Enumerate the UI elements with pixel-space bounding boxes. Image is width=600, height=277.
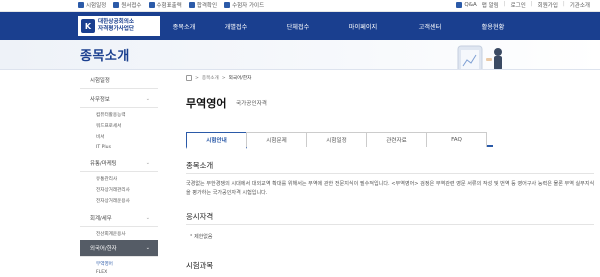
util-link-signup[interactable]: 회원가입	[538, 1, 558, 9]
sidebar-sub-trade-english[interactable]: 무역영어	[80, 259, 158, 268]
util-link-result[interactable]: 합격확인	[188, 1, 217, 9]
sidebar: 시험일정 사무정보 ⌄ 컴퓨터활용능력 워드프로세서 비서 IT Plus 유통/…	[80, 70, 158, 277]
nav-item-group[interactable]: 단체접수	[264, 12, 332, 40]
sidebar-sub-secretary[interactable]: 비서	[80, 132, 158, 141]
sidebar-sub-word[interactable]: 워드프로세서	[80, 121, 158, 130]
logo-mark-icon: K	[81, 19, 95, 33]
utility-links-left: 시험일정 원서접수 수험표출력 합격확인 수험자 가이드	[78, 1, 264, 9]
sidebar-item-language[interactable]: 외국어/한자 ⌄	[80, 240, 158, 257]
util-link-ticket[interactable]: 수험표출력	[148, 1, 182, 9]
tab-faq[interactable]: FAQ	[426, 132, 487, 147]
sidebar-sub-itplus[interactable]: IT Plus	[80, 143, 158, 152]
divider	[186, 173, 594, 174]
home-icon[interactable]	[186, 75, 192, 81]
sidebar-sub-computer[interactable]: 컴퓨터활용능력	[80, 110, 158, 119]
main-content: > 종목소개 > 외국어/한자 무역영어 국가공인자격 시험안내 시험문제 시험…	[176, 70, 600, 277]
tab-exam-guide[interactable]: 시험안내	[186, 132, 247, 149]
breadcrumb-level1[interactable]: 종목소개	[202, 75, 219, 81]
sidebar-item-schedule[interactable]: 시험일정	[80, 72, 158, 89]
util-link-about[interactable]: 기관소개	[570, 1, 590, 9]
nav-item-individual[interactable]: 개별접수	[208, 12, 264, 40]
tab-exam-questions[interactable]: 시험문제	[246, 132, 307, 147]
chevron-down-icon: ⌄	[145, 96, 150, 102]
util-link-alert[interactable]: 맵 알림	[482, 1, 499, 9]
chevron-down-icon: ⌄	[145, 215, 150, 221]
breadcrumb: > 종목소개 > 외국어/한자	[186, 75, 251, 81]
nav-item-mypage[interactable]: 마이페이지	[332, 12, 394, 40]
utility-bar: 시험일정 원서접수 수험표출력 합격확인 수험자 가이드 Q&A 맵 알림 | …	[0, 0, 600, 12]
nav-item-intro[interactable]: 종목소개	[160, 12, 208, 40]
util-link-guide[interactable]: 수험자 가이드	[224, 1, 264, 9]
sidebar-item-office[interactable]: 사무정보 ⌄	[80, 91, 158, 108]
main-nav: 종목소개 개별접수 단체접수 마이페이지 고객센터 활용현황	[160, 12, 520, 40]
utility-links-right: Q&A 맵 알림 | 로그인 | 회원가입 | 기관소개	[456, 1, 590, 9]
tab-materials[interactable]: 관련자료	[366, 132, 427, 147]
guide-icon	[224, 2, 231, 8]
logo-line2: 자격평가사업단	[98, 26, 135, 32]
nav-item-status[interactable]: 활용현황	[466, 12, 520, 40]
intro-text: 국경없는 무한경쟁의 시대에서 대외교역 확대를 위해서는 무역에 관한 전문지…	[186, 181, 595, 196]
util-link-apply[interactable]: 원서접수	[113, 1, 142, 9]
sidebar-sub-accounting-operator[interactable]: 전산회계운용사	[80, 229, 158, 238]
qualification-text: ° 제한없음	[190, 234, 213, 240]
tab-bar: 시험안내 시험문제 시험일정 관련자료 FAQ	[186, 132, 493, 149]
util-link-schedule[interactable]: 시험일정	[78, 1, 106, 9]
sidebar-sub-ecommerce-manager[interactable]: 전자상거래관리사	[80, 185, 158, 194]
util-link-qna[interactable]: Q&A	[456, 1, 477, 9]
tab-exam-schedule[interactable]: 시험일정	[306, 132, 367, 147]
page-title: 무역영어	[186, 97, 227, 110]
sub-banner: 종목소개	[0, 40, 600, 70]
sidebar-item-accounting[interactable]: 회계/세무 ⌄	[80, 210, 158, 227]
banner-title: 종목소개	[80, 49, 130, 64]
page-subtitle: 국가공인자격	[236, 101, 267, 107]
check-icon	[188, 2, 195, 8]
calendar-icon	[78, 2, 84, 8]
sidebar-sub-flex[interactable]: FLEX	[80, 268, 158, 277]
chevron-down-icon: ⌄	[145, 160, 150, 166]
breadcrumb-level2[interactable]: 외국어/한자	[229, 75, 252, 81]
chevron-down-icon: ⌄	[145, 245, 150, 251]
sidebar-sub-ecommerce-operator[interactable]: 전자상거래운용사	[80, 196, 158, 205]
sidebar-item-marketing[interactable]: 유통/마케팅 ⌄	[80, 155, 158, 172]
nav-item-support[interactable]: 고객센터	[394, 12, 466, 40]
divider	[186, 224, 594, 225]
section-title-intro: 종목소개	[186, 161, 214, 170]
section-title-subjects: 시험과목	[186, 261, 214, 270]
tablet-illustration-icon	[457, 45, 502, 69]
chat-icon	[456, 2, 463, 8]
print-icon	[148, 2, 155, 8]
section-title-qualification: 응시자격	[186, 212, 214, 221]
util-link-login[interactable]: 로그인	[511, 1, 526, 9]
sidebar-sub-distribution[interactable]: 유통관리사	[80, 174, 158, 183]
logo-line1: 대한상공회의소	[98, 19, 135, 25]
site-logo[interactable]: K 대한상공회의소 자격평가사업단	[78, 16, 160, 36]
document-icon	[113, 2, 120, 8]
